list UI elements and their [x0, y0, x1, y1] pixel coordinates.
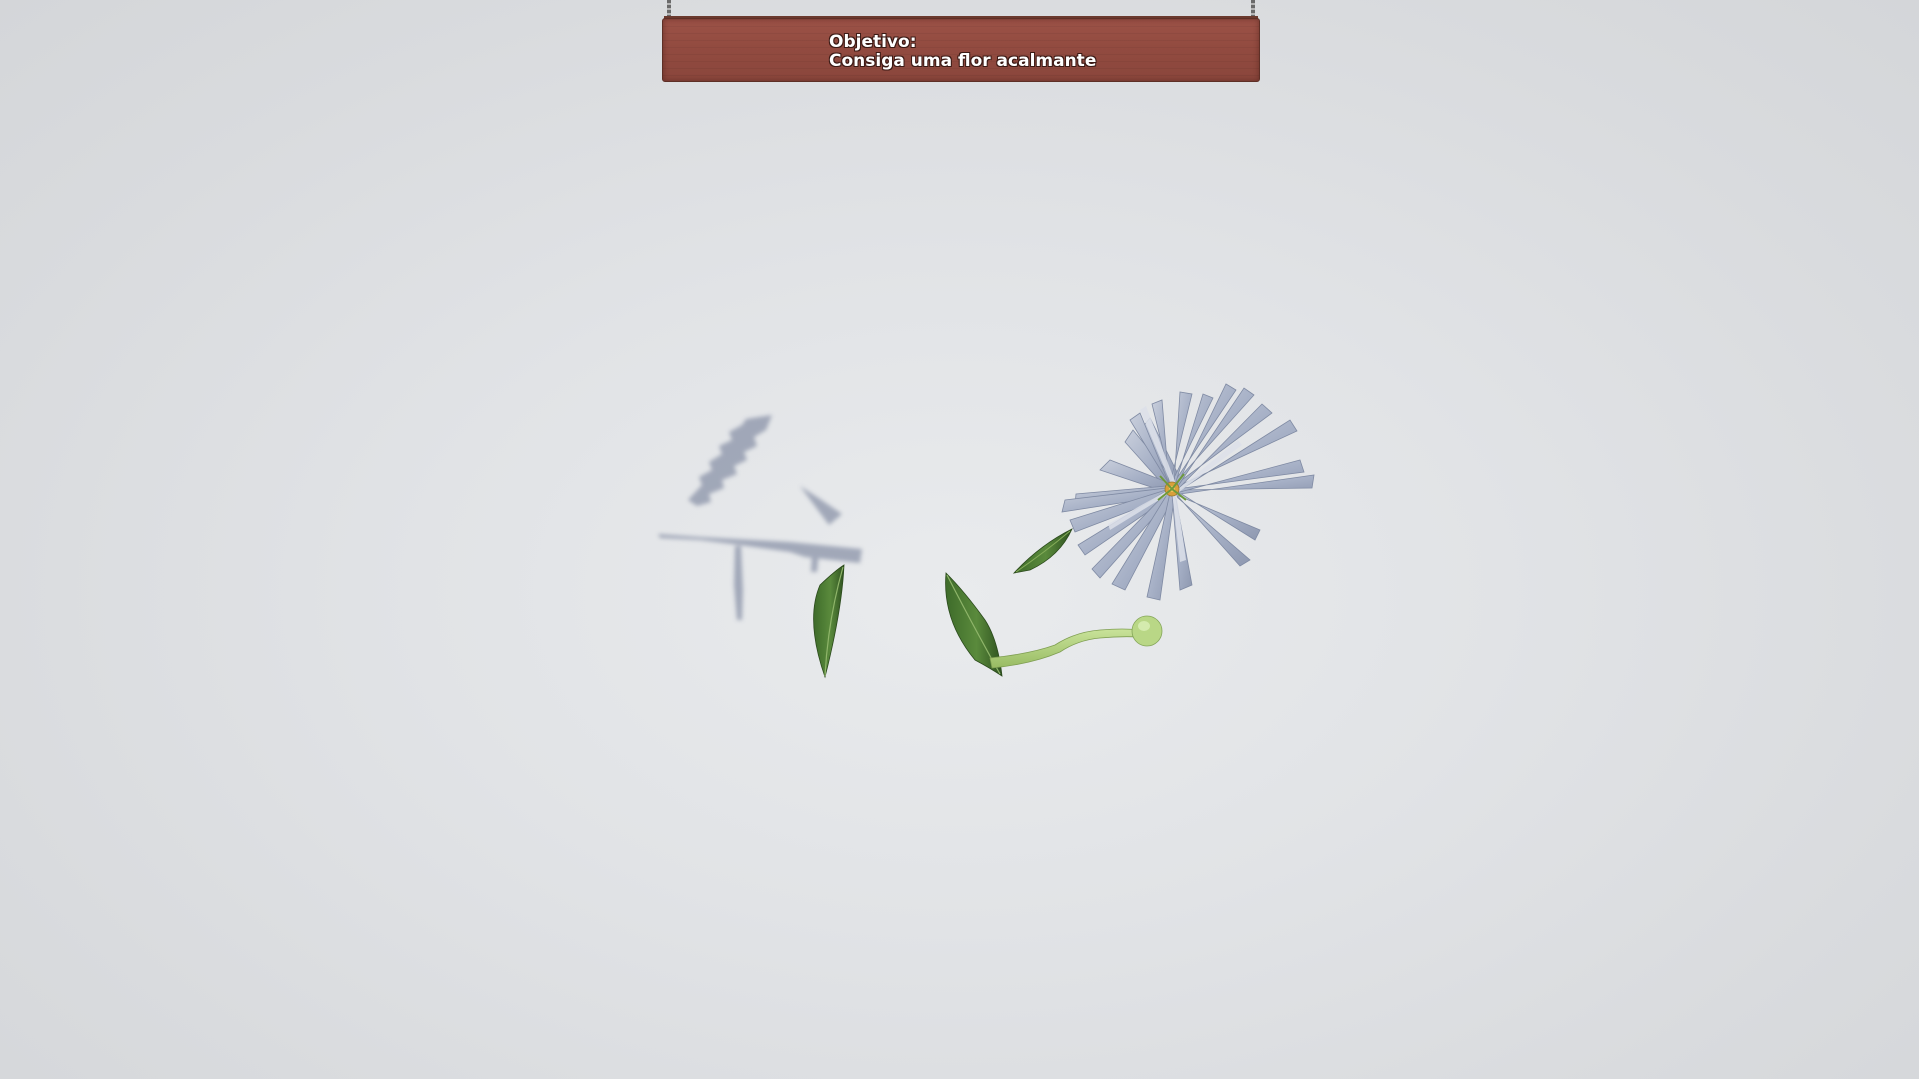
flower-head[interactable] — [1061, 383, 1315, 601]
flower-scene — [658, 383, 1315, 679]
stem[interactable] — [989, 615, 1163, 669]
leaf[interactable] — [1012, 528, 1073, 574]
game-viewport[interactable]: Objetivo: Consiga uma flor acalmante — [0, 0, 1919, 1079]
leaf[interactable] — [813, 564, 845, 679]
